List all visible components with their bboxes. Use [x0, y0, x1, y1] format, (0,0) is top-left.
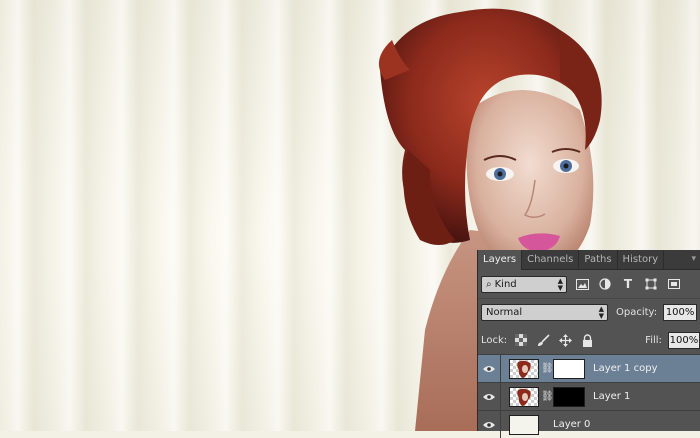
layer-filter-row: ⌕ Kind ▲ ▼ T	[478, 270, 700, 298]
layer-name[interactable]: Layer 1 copy	[593, 363, 657, 374]
mask-link-icon[interactable]: ⛓	[541, 363, 554, 374]
smart-object-filter-icon[interactable]	[665, 276, 683, 293]
layer-name[interactable]: Layer 0	[553, 419, 590, 430]
search-icon: ⌕	[486, 278, 492, 290]
blend-mode-value: Normal	[486, 307, 523, 318]
visibility-eye-icon[interactable]	[478, 383, 501, 410]
lock-all-icon[interactable]	[579, 332, 595, 348]
opacity-label: Opacity:	[616, 307, 658, 318]
image-filter-icon[interactable]	[573, 276, 591, 293]
type-filter-icon[interactable]: T	[619, 276, 637, 293]
fill-label: Fill:	[645, 334, 662, 346]
visibility-eye-icon[interactable]	[478, 411, 501, 438]
blend-mode-select[interactable]: Normal ▲ ▼	[481, 304, 608, 321]
tab-paths[interactable]: Paths	[579, 250, 618, 269]
tab-layers[interactable]: Layers	[478, 250, 523, 270]
opacity-field[interactable]: 100%	[663, 304, 698, 321]
lock-position-icon[interactable]	[557, 332, 573, 348]
shape-filter-icon[interactable]	[642, 276, 660, 293]
select-arrows-icon: ▲ ▼	[598, 305, 604, 320]
lock-icons	[513, 332, 601, 348]
lock-label: Lock:	[481, 334, 508, 346]
lock-paint-icon[interactable]	[535, 332, 551, 348]
filter-kind-select[interactable]: ⌕ Kind ▲ ▼	[481, 275, 567, 293]
layer-thumbnail[interactable]	[509, 414, 539, 435]
panel-tab-bar: Layers Channels Paths History ▾	[478, 250, 700, 270]
tab-channels[interactable]: Channels	[522, 250, 580, 269]
lock-fill-row: Lock: Fill: 100%	[478, 326, 700, 354]
layer-row-layer-1[interactable]: ⛓ Layer 1	[478, 382, 700, 410]
blend-opacity-row: Normal ▲ ▼ Opacity: 100%	[478, 298, 700, 326]
layer-thumbnail[interactable]	[509, 386, 539, 407]
visibility-eye-icon[interactable]	[478, 355, 501, 382]
layer-thumbnail[interactable]	[509, 358, 539, 379]
tab-history[interactable]: History	[618, 250, 665, 269]
filter-kind-label: Kind	[494, 278, 517, 290]
filter-icons: T	[573, 276, 688, 293]
layers-panel: Layers Channels Paths History ▾ ⌕ Kind ▲…	[477, 250, 700, 438]
layer-mask-thumbnail[interactable]	[553, 386, 585, 407]
layer-row-layer-1-copy[interactable]: ⛓ Layer 1 copy	[478, 354, 700, 382]
mask-link-icon[interactable]: ⛓	[541, 391, 554, 402]
fill-field[interactable]: 100%	[667, 331, 700, 349]
layer-row-layer-0[interactable]: Layer 0	[478, 410, 700, 438]
layer-mask-thumbnail[interactable]	[553, 358, 585, 379]
panel-menu-icon[interactable]: ▾	[687, 250, 700, 269]
lock-transparent-icon[interactable]	[513, 332, 529, 348]
select-arrows-icon: ▲ ▼	[557, 276, 563, 292]
adjustment-filter-icon[interactable]	[596, 276, 614, 293]
layer-name[interactable]: Layer 1	[593, 391, 630, 402]
